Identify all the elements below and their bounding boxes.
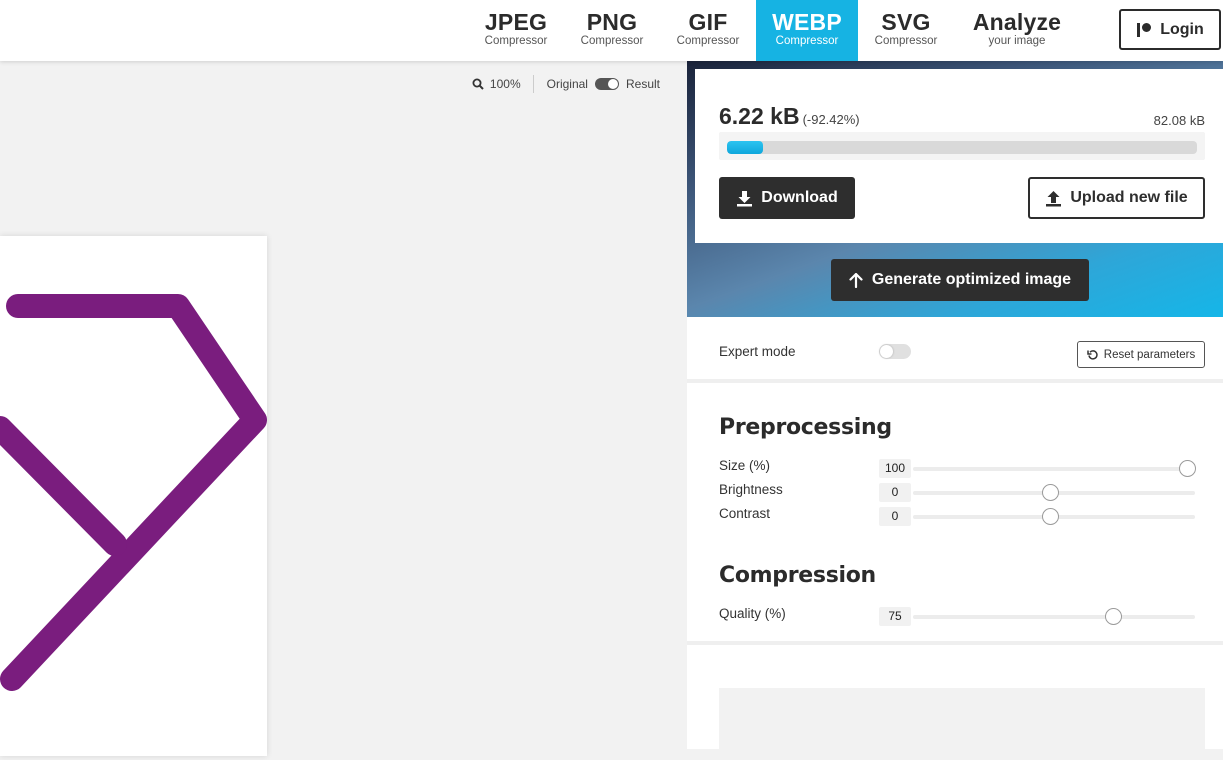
reset-parameters-label: Reset parameters	[1103, 348, 1196, 361]
tab-png[interactable]: PNG Compressor	[572, 0, 652, 61]
tab-gif[interactable]: GIF Compressor	[668, 0, 748, 61]
diamond-drawing	[0, 294, 267, 691]
upload-icon	[1046, 190, 1062, 206]
preprocessing-title: Preprocessing	[719, 415, 892, 440]
reset-parameters-button[interactable]: Reset parameters	[1077, 341, 1205, 368]
reset-icon	[1087, 349, 1098, 360]
top-header: JPEG Compressor PNG Compressor GIF Compr…	[0, 0, 1223, 61]
expert-mode-label: Expert mode	[719, 344, 796, 359]
original-label: Original	[546, 77, 588, 91]
compression-title: Compression	[719, 563, 876, 588]
placeholder-box	[719, 688, 1205, 758]
upload-label: Upload new file	[1070, 189, 1188, 206]
tab-png-subtitle: Compressor	[580, 35, 644, 47]
generate-optimized-image-button[interactable]: Generate optimized image	[831, 259, 1089, 301]
param-contrast: Contrast 0	[719, 506, 1199, 528]
param-brightness-slider[interactable]	[913, 484, 1195, 501]
zoom-level: 100%	[489, 77, 521, 91]
original-size: 82.08 kB	[1153, 113, 1205, 128]
download-icon	[737, 190, 753, 206]
size-progress-fill	[727, 141, 763, 154]
tab-webp-subtitle: Compressor	[775, 35, 839, 47]
param-quality-thumb[interactable]	[1105, 608, 1123, 625]
tab-svg-subtitle: Compressor	[874, 35, 938, 47]
param-quality-value[interactable]: 75	[879, 607, 911, 626]
param-quality: Quality (%) 75	[719, 606, 1199, 628]
login-label: Login	[1160, 20, 1204, 38]
tab-svg-title: SVG	[881, 9, 931, 35]
tab-jpeg-subtitle: Compressor	[484, 35, 548, 47]
settings-panel: 6.22 kB (-92.42%) 82.08 kB Download Uploa…	[687, 61, 1223, 758]
tab-webp-title: WEBP	[772, 9, 842, 35]
tab-webp[interactable]: WEBP Compressor	[756, 0, 858, 61]
param-brightness: Brightness 0	[719, 482, 1199, 504]
reduction-percent: (-92.42%)	[802, 112, 860, 127]
image-preview-area[interactable]: 100% Original Result	[0, 61, 687, 756]
param-brightness-thumb[interactable]	[1042, 484, 1059, 501]
download-label: Download	[761, 189, 838, 206]
tab-svg[interactable]: SVG Compressor	[866, 0, 946, 61]
expert-section: Expert mode Reset parameters	[687, 317, 1223, 383]
upload-new-file-button[interactable]: Upload new file	[1028, 177, 1205, 219]
parameters-section: Preprocessing Size (%) 100 Brightness 0 …	[687, 387, 1223, 645]
tab-analyze[interactable]: Analyze your image	[962, 0, 1072, 61]
param-size-value[interactable]: 100	[879, 459, 911, 478]
tab-jpeg[interactable]: JPEG Compressor	[476, 0, 556, 61]
expert-mode-toggle[interactable]	[879, 344, 911, 359]
param-contrast-label: Contrast	[719, 506, 771, 521]
view-tools: 100% Original Result	[472, 75, 660, 93]
result-label: Result	[625, 77, 660, 91]
param-size-thumb[interactable]	[1179, 460, 1196, 477]
tab-jpeg-title: JPEG	[484, 9, 548, 35]
param-contrast-slider[interactable]	[913, 508, 1195, 525]
login-button[interactable]: Login	[1119, 9, 1221, 50]
param-size-slider[interactable]	[913, 460, 1196, 477]
param-size-label: Size (%)	[719, 458, 771, 473]
compressed-size: 6.22 kB (-92.42%)	[719, 103, 860, 130]
tab-png-title: PNG	[586, 9, 638, 35]
compressed-size-value: 6.22 kB	[719, 103, 800, 129]
param-contrast-thumb[interactable]	[1042, 508, 1059, 525]
zoom-control[interactable]: 100%	[472, 75, 534, 93]
preview-image	[0, 236, 267, 756]
param-size: Size (%) 100	[719, 458, 1199, 480]
compare-toggle[interactable]	[594, 78, 619, 90]
tab-gif-title: GIF	[688, 9, 728, 35]
param-quality-label: Quality (%)	[719, 606, 786, 621]
tab-analyze-subtitle: your image	[988, 35, 1046, 47]
tab-analyze-title: Analyze	[972, 9, 1062, 35]
param-quality-slider[interactable]	[913, 608, 1195, 625]
param-brightness-value[interactable]: 0	[879, 483, 911, 502]
download-button[interactable]: Download	[719, 177, 855, 219]
search-icon	[472, 78, 484, 90]
tab-gif-subtitle: Compressor	[676, 35, 740, 47]
size-progress	[719, 132, 1205, 160]
result-card: 6.22 kB (-92.42%) 82.08 kB Download Uploa…	[695, 69, 1223, 243]
arrow-up-icon	[849, 272, 863, 288]
patreon-icon	[1136, 22, 1152, 38]
param-contrast-value[interactable]: 0	[879, 507, 911, 526]
param-brightness-label: Brightness	[719, 482, 783, 497]
compare-control: Original Result	[547, 77, 660, 91]
generate-label: Generate optimized image	[871, 271, 1072, 288]
